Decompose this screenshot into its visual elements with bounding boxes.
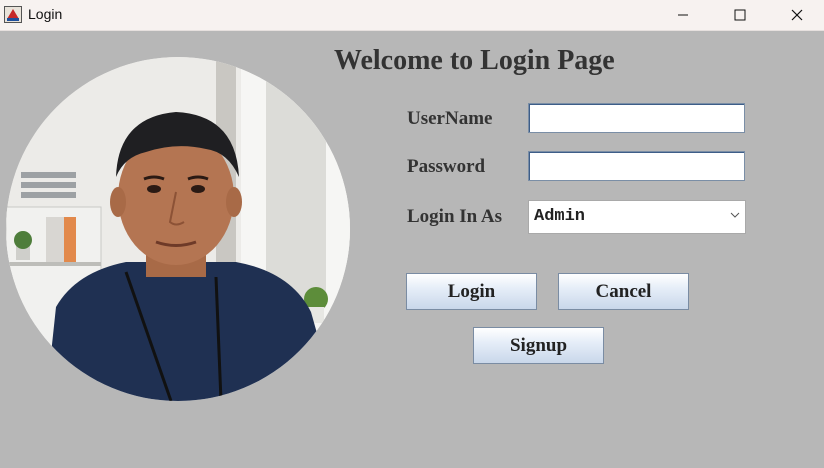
maximize-icon <box>734 9 746 21</box>
page-title: Welcome to Login Page <box>334 45 615 76</box>
user-photo <box>6 57 350 401</box>
role-select[interactable]: Admin <box>528 200 746 234</box>
user-photo-illustration <box>6 57 350 401</box>
chevron-down-icon <box>730 212 740 218</box>
username-label: UserName <box>407 108 493 129</box>
maximize-button[interactable] <box>717 0 763 30</box>
minimize-button[interactable] <box>660 0 706 30</box>
title-bar: Login <box>0 0 824 31</box>
password-field[interactable] <box>528 151 745 181</box>
login-button[interactable]: Login <box>406 273 537 310</box>
role-label: Login In As <box>407 206 503 227</box>
minimize-icon <box>678 14 688 16</box>
login-panel: Welcome to Login Page UserName Password … <box>0 31 824 468</box>
username-field[interactable] <box>528 103 745 133</box>
close-button[interactable] <box>774 0 820 30</box>
signup-button[interactable]: Signup <box>473 327 604 364</box>
password-label: Password <box>407 156 486 177</box>
role-select-value: Admin <box>534 207 586 226</box>
app-icon <box>4 6 22 23</box>
close-icon <box>791 9 803 21</box>
window-title: Login <box>28 6 63 22</box>
cancel-button[interactable]: Cancel <box>558 273 689 310</box>
